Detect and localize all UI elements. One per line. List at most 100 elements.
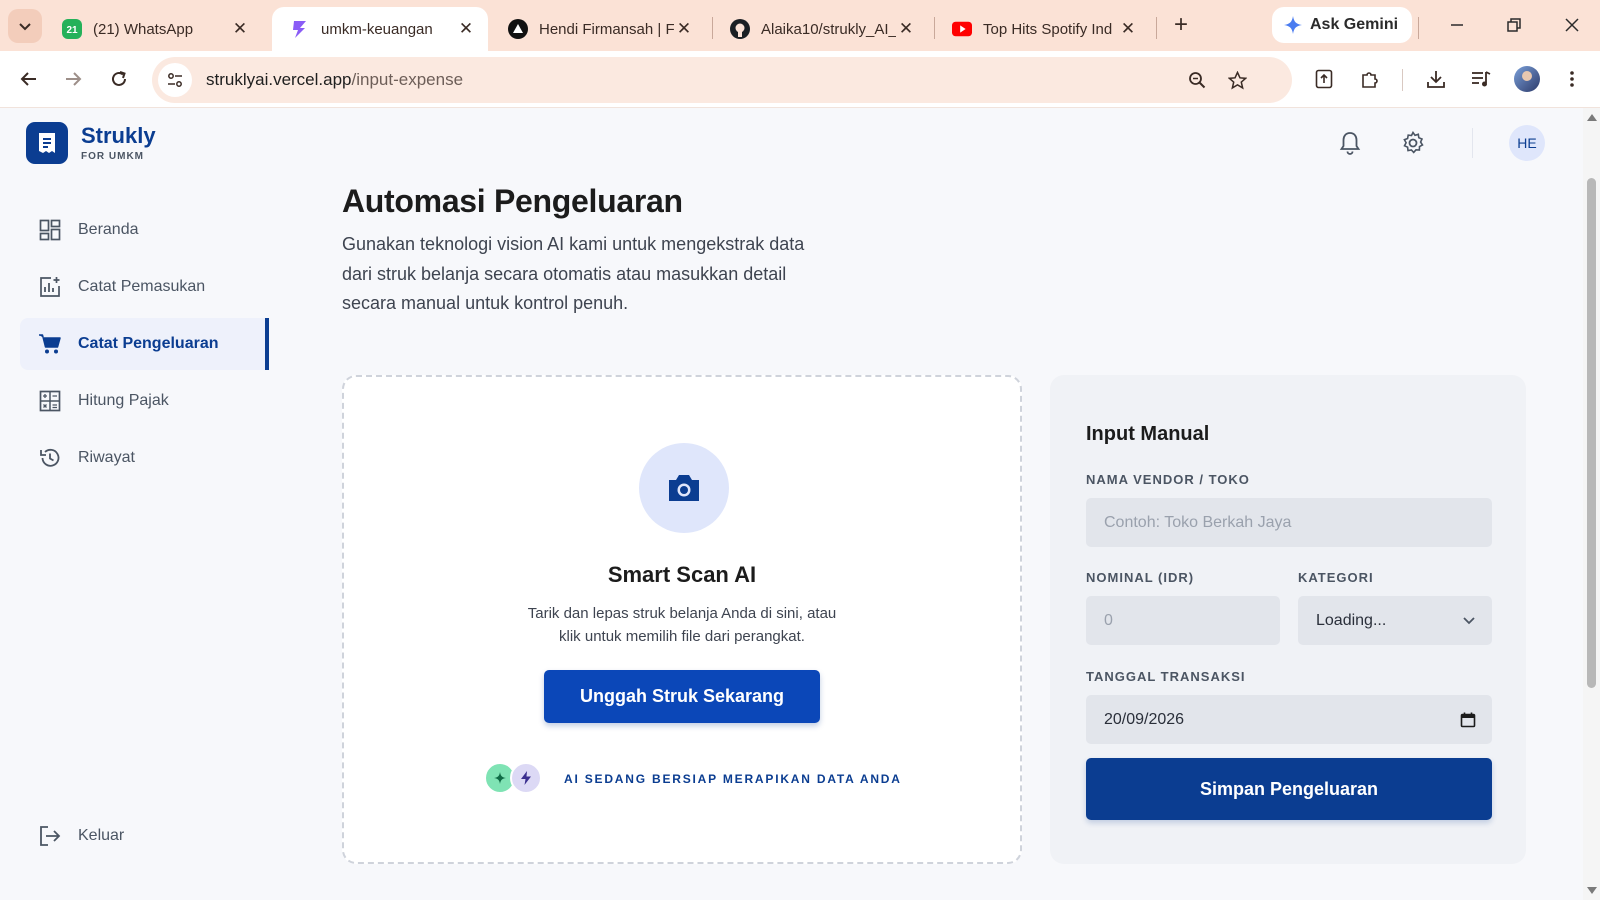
close-icon[interactable]: ✕ — [230, 19, 250, 39]
github-icon — [730, 19, 750, 39]
reload-icon — [112, 71, 126, 86]
bookmark-button[interactable] — [1220, 63, 1254, 97]
page-viewport: Strukly FOR UMKM HE Beranda Catat Pemasu… — [0, 108, 1583, 900]
chevron-down-icon — [19, 23, 31, 31]
vendor-label: NAMA VENDOR / TOKO — [1086, 472, 1250, 487]
sidebar-item-catat-pengeluaran[interactable]: Catat Pengeluaran — [20, 318, 269, 370]
logo-name: Strukly — [81, 123, 156, 148]
nominal-label: NOMINAL (IDR) — [1086, 570, 1195, 585]
tab-spotify-hits[interactable]: Top Hits Spotify Ind ✕ — [934, 7, 1150, 51]
zoom-button[interactable] — [1180, 63, 1214, 97]
sidebar-item-catat-pemasukan[interactable]: Catat Pemasukan — [20, 261, 269, 313]
page-title: Automasi Pengeluaran — [342, 183, 683, 219]
media-controls-button[interactable] — [1464, 62, 1498, 96]
share-page-icon — [1315, 69, 1333, 89]
tab-separator — [1418, 17, 1419, 39]
vendor-placeholder: Contoh: Toko Berkah Jaya — [1104, 513, 1292, 531]
close-icon[interactable]: ✕ — [1118, 19, 1138, 39]
sidebar-item-keluar[interactable]: Keluar — [20, 810, 269, 862]
minimize-button[interactable] — [1437, 8, 1477, 42]
close-icon — [1565, 18, 1579, 32]
description-line: secara manual untuk kontrol penuh. — [342, 293, 629, 313]
sidebar-item-label: Beranda — [78, 221, 139, 238]
camera-icon — [639, 443, 729, 533]
save-expense-button[interactable]: Simpan Pengeluaran — [1086, 758, 1492, 820]
close-icon[interactable]: ✕ — [674, 19, 694, 39]
tab-whatsapp[interactable]: 21 (21) WhatsApp ✕ — [44, 7, 262, 51]
nominal-input[interactable]: 0 — [1086, 596, 1280, 645]
downloads-button[interactable] — [1419, 62, 1453, 96]
url-host: struklyai.vercel.app — [206, 70, 352, 89]
tab-github-strukly[interactable]: Alaika10/strukly_AI_ ✕ — [712, 7, 928, 51]
ask-gemini-button[interactable]: Ask Gemini — [1272, 7, 1413, 43]
more-vert-icon — [1570, 71, 1574, 87]
category-select[interactable]: Loading... — [1298, 596, 1492, 645]
vendor-input[interactable]: Contoh: Toko Berkah Jaya — [1086, 498, 1492, 547]
scan-title: Smart Scan AI — [607, 562, 757, 587]
site-info-button[interactable] — [158, 63, 192, 97]
settings-button[interactable] — [1396, 126, 1430, 160]
whatsapp-icon: 21 — [62, 19, 82, 39]
close-window-button[interactable] — [1552, 8, 1592, 42]
tab-search-button[interactable] — [8, 9, 42, 43]
user-avatar[interactable]: HE — [1509, 125, 1545, 161]
ai-status-indicator — [484, 762, 548, 796]
date-label: TANGGAL TRANSAKSI — [1086, 669, 1246, 684]
close-icon[interactable]: ✕ — [456, 19, 476, 39]
sidebar-item-riwayat[interactable]: Riwayat — [20, 432, 269, 484]
new-tab-button[interactable]: + — [1166, 10, 1196, 40]
star-icon — [1227, 70, 1247, 89]
description-line: Gunakan teknologi vision AI kami untuk m… — [342, 234, 805, 254]
history-icon — [38, 446, 62, 470]
header-divider — [1472, 128, 1473, 158]
back-button[interactable] — [12, 62, 46, 96]
arrow-right-icon — [66, 72, 82, 86]
tab-title: umkm-keuangan — [321, 20, 433, 38]
notifications-button[interactable] — [1333, 126, 1367, 160]
tab-umkm-keuangan[interactable]: umkm-keuangan ✕ — [272, 7, 488, 51]
logo-icon — [26, 122, 68, 164]
scroll-down-arrow-icon[interactable] — [1587, 887, 1597, 894]
sidebar-item-label: Catat Pengeluaran — [78, 335, 219, 352]
sidebar-item-hitung-pajak[interactable]: Hitung Pajak — [20, 375, 269, 427]
upload-receipt-button[interactable]: Unggah Struk Sekarang — [544, 670, 820, 723]
close-icon[interactable]: ✕ — [896, 19, 916, 39]
calendar-icon[interactable] — [1460, 712, 1476, 728]
manual-input-title: Input Manual — [1086, 423, 1210, 445]
tab-hendi-firmansah[interactable]: Hendi Firmansah | F ✕ — [490, 7, 706, 51]
smart-scan-dropzone[interactable]: Smart Scan AI Tarik dan lepas struk bela… — [342, 375, 1022, 864]
profile-button[interactable] — [1510, 62, 1544, 96]
svg-text:21: 21 — [66, 25, 78, 36]
sidebar-item-beranda[interactable]: Beranda — [20, 204, 269, 256]
logout-icon — [38, 824, 62, 848]
nominal-placeholder: 0 — [1104, 611, 1113, 629]
scrollbar-thumb[interactable] — [1587, 178, 1596, 688]
extensions-button[interactable] — [1353, 62, 1387, 96]
address-bar[interactable]: struklyai.vercel.app/input-expense — [152, 57, 1292, 103]
url-path: /input-expense — [351, 70, 464, 89]
bolt-icon — [290, 19, 310, 39]
description-line: dari struk belanja secara otomatis atau … — [342, 263, 787, 284]
extension-button[interactable] — [1307, 62, 1341, 96]
bell-icon — [1339, 132, 1361, 155]
restore-icon — [1507, 18, 1521, 32]
menu-button[interactable] — [1555, 62, 1589, 96]
url-text: struklyai.vercel.app/input-expense — [206, 70, 463, 90]
chart-add-icon — [38, 275, 62, 299]
ai-status-text: AI SEDANG BERSIAP MERAPIKAN DATA ANDA — [564, 772, 902, 786]
restore-button[interactable] — [1494, 8, 1534, 42]
arrow-left-icon — [20, 72, 36, 86]
reload-button[interactable] — [102, 62, 136, 96]
page-scrollbar[interactable] — [1583, 108, 1600, 900]
cart-icon — [38, 332, 62, 356]
puzzle-icon — [1362, 72, 1378, 88]
browser-toolbar: struklyai.vercel.app/input-expense — [0, 51, 1600, 108]
tab-title: Top Hits Spotify Ind — [983, 20, 1113, 38]
scroll-up-arrow-icon[interactable] — [1587, 114, 1597, 121]
zoom-icon — [1189, 72, 1206, 89]
date-input[interactable]: 20/09/2026 — [1086, 695, 1492, 744]
triangle-icon — [508, 19, 528, 39]
profile-avatar — [1514, 66, 1540, 92]
youtube-icon — [952, 19, 972, 39]
forward-button[interactable] — [56, 62, 90, 96]
